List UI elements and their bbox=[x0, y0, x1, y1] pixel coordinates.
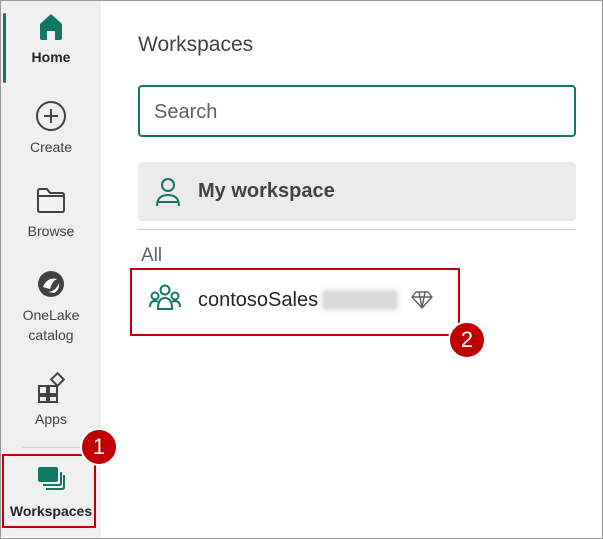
my-workspace-item[interactable]: My workspace bbox=[138, 162, 576, 221]
onelake-icon bbox=[38, 271, 64, 297]
nav-label-home: Home bbox=[31, 49, 71, 65]
nav-divider bbox=[23, 447, 81, 448]
search-box[interactable] bbox=[138, 85, 576, 137]
callout-badge-2: 2 bbox=[448, 321, 486, 359]
home-icon bbox=[40, 14, 62, 40]
nav-label-apps: Apps bbox=[35, 411, 67, 427]
section-label-all: All bbox=[141, 245, 163, 266]
workspaces-callout-box bbox=[2, 454, 96, 528]
person-icon bbox=[156, 178, 180, 207]
nav-label-create: Create bbox=[29, 139, 73, 155]
apps-icon bbox=[38, 371, 66, 403]
workspace-callout-box bbox=[130, 268, 460, 336]
nav-label-onelake-catalog: OneLake catalog bbox=[22, 307, 80, 343]
panel-title: Workspaces bbox=[138, 33, 254, 56]
my-workspace-label: My workspace bbox=[198, 180, 335, 202]
nav-item-apps[interactable]: Apps bbox=[1, 371, 101, 429]
nav-item-onelake-catalog[interactable]: OneLake catalog bbox=[1, 267, 101, 345]
plus-circle-icon bbox=[36, 101, 66, 131]
nav-item-browse[interactable]: Browse bbox=[1, 183, 101, 241]
nav-item-home[interactable]: Home bbox=[1, 9, 101, 79]
nav-item-create[interactable]: Create bbox=[1, 99, 101, 157]
callout-badge-1: 1 bbox=[80, 428, 118, 466]
section-divider bbox=[138, 229, 576, 230]
nav-label-browse: Browse bbox=[27, 223, 75, 239]
search-input[interactable] bbox=[152, 87, 566, 137]
folder-icon bbox=[37, 188, 65, 213]
